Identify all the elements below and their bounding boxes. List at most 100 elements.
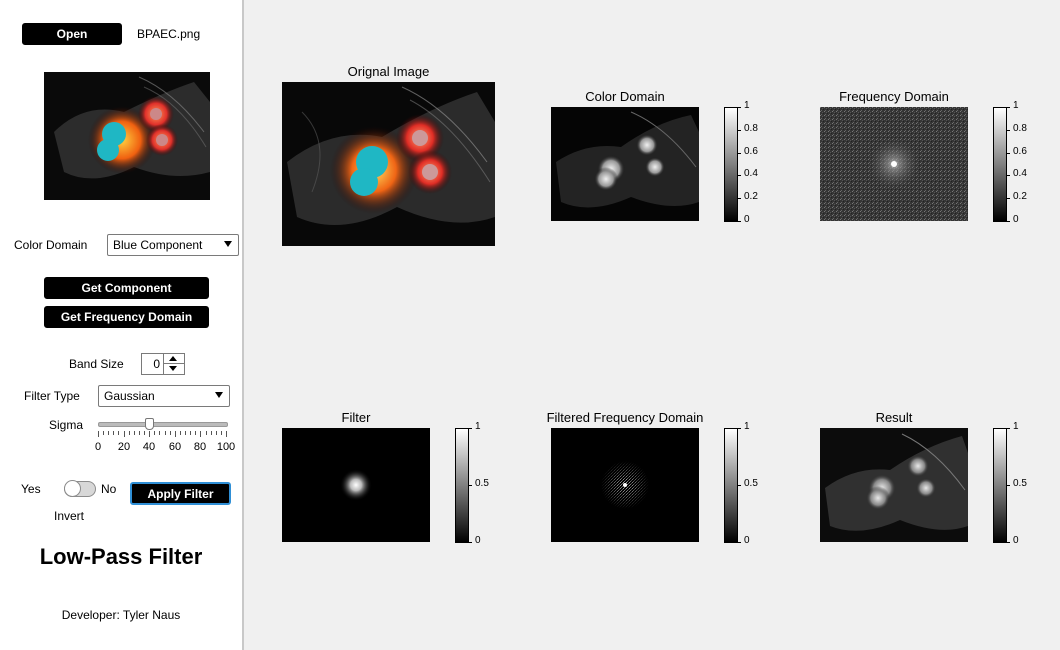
colorbar-tick [1007,175,1010,176]
colorbar-tick [1007,428,1010,429]
slider-tick [154,431,155,435]
colorbar-tick-label: 1 [1013,100,1019,111]
file-name: BPAEC.png [137,27,201,41]
colorbar-tick-label: 1 [1013,421,1019,432]
colorbar-tick-label: 0.4 [744,168,758,179]
colorbar-tick [1007,542,1010,543]
chevron-down-icon [224,241,232,247]
sigma-slider[interactable]: 0 20 40 60 80 100 [94,418,235,458]
slider-tick [200,431,201,437]
slider-tick [180,431,181,435]
colorbar-tick-label: 1 [744,421,750,432]
colorbar-tick [738,175,741,176]
filtered-frequency-domain-title: Filtered Frequency Domain [546,410,704,425]
developer-credit: Developer: Tyler Naus [61,608,181,622]
colorbar-gradient [993,107,1007,222]
slider-tick [139,431,140,435]
color-domain-image [551,107,699,221]
slider-tick [144,431,145,435]
toggle-yes-label: Yes [21,482,41,496]
slider-tick [98,431,99,437]
slider-tick-label: 0 [94,441,102,453]
increment-icon[interactable] [169,356,177,361]
toggle-knob[interactable] [64,480,81,497]
colorbar-tick [1007,198,1010,199]
color-domain-colorbar: 1 0.8 0.6 0.4 0.2 0 [724,100,764,225]
original-image [282,82,495,246]
band-size-spinner[interactable]: 0 [141,353,185,375]
sigma-label: Sigma [49,418,84,432]
slider-tick [185,431,186,435]
colorbar-tick-label: 0 [1013,535,1019,546]
slider-tick-label: 20 [117,441,131,453]
filtered-frequency-domain-image [551,428,699,542]
decrement-icon[interactable] [169,366,177,371]
colorbar-tick [1007,130,1010,131]
slider-tick [211,431,212,435]
result-colorbar: 1 0.5 0 [993,421,1033,546]
slider-tick [129,431,130,435]
slider-tick-label: 80 [193,441,207,453]
filter-type-dropdown[interactable]: Gaussian [98,385,230,407]
colorbar-tick [738,107,741,108]
colorbar-tick [1007,107,1010,108]
colorbar-tick-label: 0 [744,214,750,225]
slider-track[interactable] [98,422,228,427]
colorbar-tick [738,153,741,154]
invert-toggle[interactable] [64,480,96,497]
frequency-domain-image [820,107,968,221]
filter-colorbar: 1 0.5 0 [455,421,495,546]
slider-tick [103,431,104,435]
color-domain-label: Color Domain [14,238,88,252]
filter-type-value: Gaussian [104,389,155,403]
colorbar-tick [1007,221,1010,222]
colorbar-tick [1007,153,1010,154]
color-domain-title: Color Domain [585,89,665,104]
slider-tick [226,431,227,437]
toggle-no-label: No [101,482,117,496]
colorbar-gradient [993,428,1007,543]
color-domain-dropdown[interactable]: Blue Component [107,234,239,256]
colorbar-tick [469,428,472,429]
colorbar-tick [738,198,741,199]
color-domain-value: Blue Component [113,238,203,252]
colorbar-tick [738,130,741,131]
colorbar-tick [738,485,741,486]
filter-title: Filter [341,410,371,425]
slider-tick [221,431,222,435]
chevron-down-icon [215,392,223,398]
slider-tick [195,431,196,435]
colorbar-tick-label: 0.8 [744,123,758,134]
slider-tick-label: 100 [216,441,236,453]
slider-tick [124,431,125,437]
band-size-value: 0 [153,357,160,371]
slider-thumb[interactable] [145,418,154,430]
slider-tick [175,431,176,437]
slider-tick-label: 60 [168,441,182,453]
slider-tick [149,431,150,437]
apply-filter-button[interactable]: Apply Filter [130,482,231,505]
get-frequency-domain-button[interactable]: Get Frequency Domain [44,306,209,328]
slider-tick [108,431,109,435]
slider-tick [190,431,191,435]
plot-area: Orignal Image Color Domain 1 0.8 0.6 0.4… [244,0,1060,650]
colorbar-tick-label: 0.2 [744,191,758,202]
colorbar-tick [738,221,741,222]
colorbar-tick-label: 0 [475,535,481,546]
colorbar-tick [1007,485,1010,486]
slider-tick [165,431,166,435]
get-component-button[interactable]: Get Component [44,277,209,299]
colorbar-gradient [455,428,469,543]
colorbar-tick-label: 0.5 [475,478,489,489]
band-size-label: Band Size [69,357,124,371]
open-button[interactable]: Open [22,23,122,45]
preview-image [44,72,210,200]
slider-tick [206,431,207,435]
frequency-domain-colorbar: 1 0.8 0.6 0.4 0.2 0 [993,100,1033,225]
colorbar-tick-label: 0 [744,535,750,546]
colorbar-tick [738,542,741,543]
colorbar-tick-label: 0.5 [744,478,758,489]
colorbar-tick [469,485,472,486]
slider-tick [118,431,119,435]
colorbar-tick-label: 0.6 [744,146,758,157]
